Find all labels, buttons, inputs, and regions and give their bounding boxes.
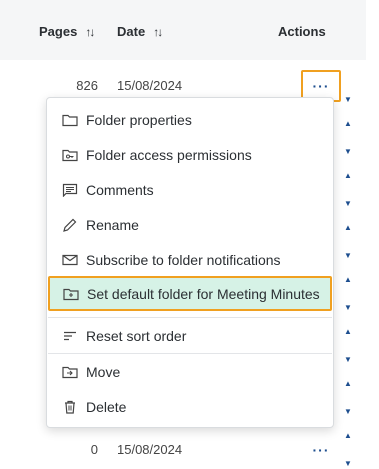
row-reorder-arrows[interactable]: ▲ ▼ — [342, 432, 354, 468]
menu-item-label: Comments — [86, 181, 154, 198]
move-down-icon[interactable]: ▼ — [344, 200, 352, 208]
sort-icon[interactable]: ↑↓ — [85, 25, 95, 39]
document-table: Pages ↑↓ Date ↑↓ Actions 826 15/08/2024 … — [0, 0, 379, 469]
menu-item-move[interactable]: Move — [47, 354, 333, 389]
menu-item-subscribe[interactable]: Subscribe to folder notifications — [47, 242, 333, 277]
menu-item-label: Delete — [86, 398, 127, 415]
move-up-icon[interactable]: ▲ — [344, 328, 352, 336]
column-header-date-label: Date — [117, 24, 146, 39]
row-reorder-arrows[interactable]: ▲ ▼ — [342, 380, 354, 416]
row-reorder-arrows[interactable]: ▲ ▼ — [342, 172, 354, 208]
folder-icon — [62, 112, 78, 128]
table-row[interactable]: 0 15/08/2024 ··· ▲ ▼ — [0, 424, 366, 469]
menu-item-label: Rename — [86, 216, 139, 233]
move-up-icon[interactable]: ▲ — [344, 172, 352, 180]
column-header-pages-label: Pages — [39, 24, 78, 39]
row-reorder-arrows[interactable]: ▼ — [342, 68, 354, 104]
menu-item-folder-access-permissions[interactable]: Folder access permissions — [47, 137, 333, 172]
move-down-icon[interactable]: ▼ — [344, 460, 352, 468]
row-reorder-arrows[interactable]: ▲ ▼ — [342, 120, 354, 156]
menu-item-label: Move — [86, 363, 121, 380]
column-header-actions: Actions — [278, 24, 326, 39]
move-down-icon[interactable]: ▼ — [344, 96, 352, 104]
mail-icon — [62, 252, 78, 268]
menu-item-label: Folder access permissions — [86, 146, 252, 163]
context-menu: Folder properties Folder access permissi… — [46, 97, 334, 428]
scrollbar-gutter — [366, 0, 379, 469]
date-cell: 15/08/2024 — [117, 78, 183, 93]
move-down-icon[interactable]: ▼ — [344, 252, 352, 260]
trash-icon — [62, 399, 78, 415]
move-down-icon[interactable]: ▼ — [344, 356, 352, 364]
table-header: Pages ↑↓ Date ↑↓ Actions — [0, 0, 366, 61]
pencil-icon — [62, 217, 78, 233]
pages-cell: 0 — [90, 442, 98, 457]
column-header-actions-label: Actions — [278, 24, 326, 39]
menu-item-label: Folder properties — [86, 111, 192, 128]
menu-item-delete[interactable]: Delete — [47, 389, 333, 424]
move-up-icon[interactable]: ▲ — [344, 224, 352, 232]
move-down-icon[interactable]: ▼ — [344, 304, 352, 312]
folder-plus-icon — [63, 286, 79, 302]
pages-cell: 826 — [76, 78, 98, 93]
folder-move-icon — [62, 364, 78, 380]
row-reorder-arrows[interactable]: ▲ ▼ — [342, 276, 354, 312]
more-actions-button[interactable]: ··· — [301, 434, 341, 466]
move-up-icon[interactable]: ▲ — [344, 380, 352, 388]
menu-item-reset-sort-order[interactable]: Reset sort order — [47, 318, 333, 353]
comments-icon — [62, 182, 78, 198]
move-down-icon[interactable]: ▼ — [344, 148, 352, 156]
row-reorder-arrows[interactable]: ▲ ▼ — [342, 328, 354, 364]
menu-item-comments[interactable]: Comments — [47, 172, 333, 207]
menu-item-label: Reset sort order — [86, 327, 187, 344]
move-up-icon[interactable]: ▲ — [344, 276, 352, 284]
menu-item-folder-properties[interactable]: Folder properties — [47, 102, 333, 137]
menu-item-rename[interactable]: Rename — [47, 207, 333, 242]
move-up-icon[interactable]: ▲ — [344, 120, 352, 128]
sort-icon[interactable]: ↑↓ — [153, 25, 163, 39]
menu-item-label: Set default folder for Meeting Minutes — [87, 285, 320, 302]
sort-lines-icon — [62, 328, 78, 344]
folder-key-icon — [62, 147, 78, 163]
column-header-pages[interactable]: Pages ↑↓ — [39, 24, 95, 39]
column-header-date[interactable]: Date ↑↓ — [117, 24, 163, 39]
date-cell: 15/08/2024 — [117, 442, 183, 457]
move-up-icon[interactable]: ▲ — [344, 432, 352, 440]
move-down-icon[interactable]: ▼ — [344, 408, 352, 416]
menu-item-label: Subscribe to folder notifications — [86, 251, 281, 268]
menu-item-set-default-folder[interactable]: Set default folder for Meeting Minutes — [48, 276, 332, 311]
row-reorder-arrows[interactable]: ▲ ▼ — [342, 224, 354, 260]
